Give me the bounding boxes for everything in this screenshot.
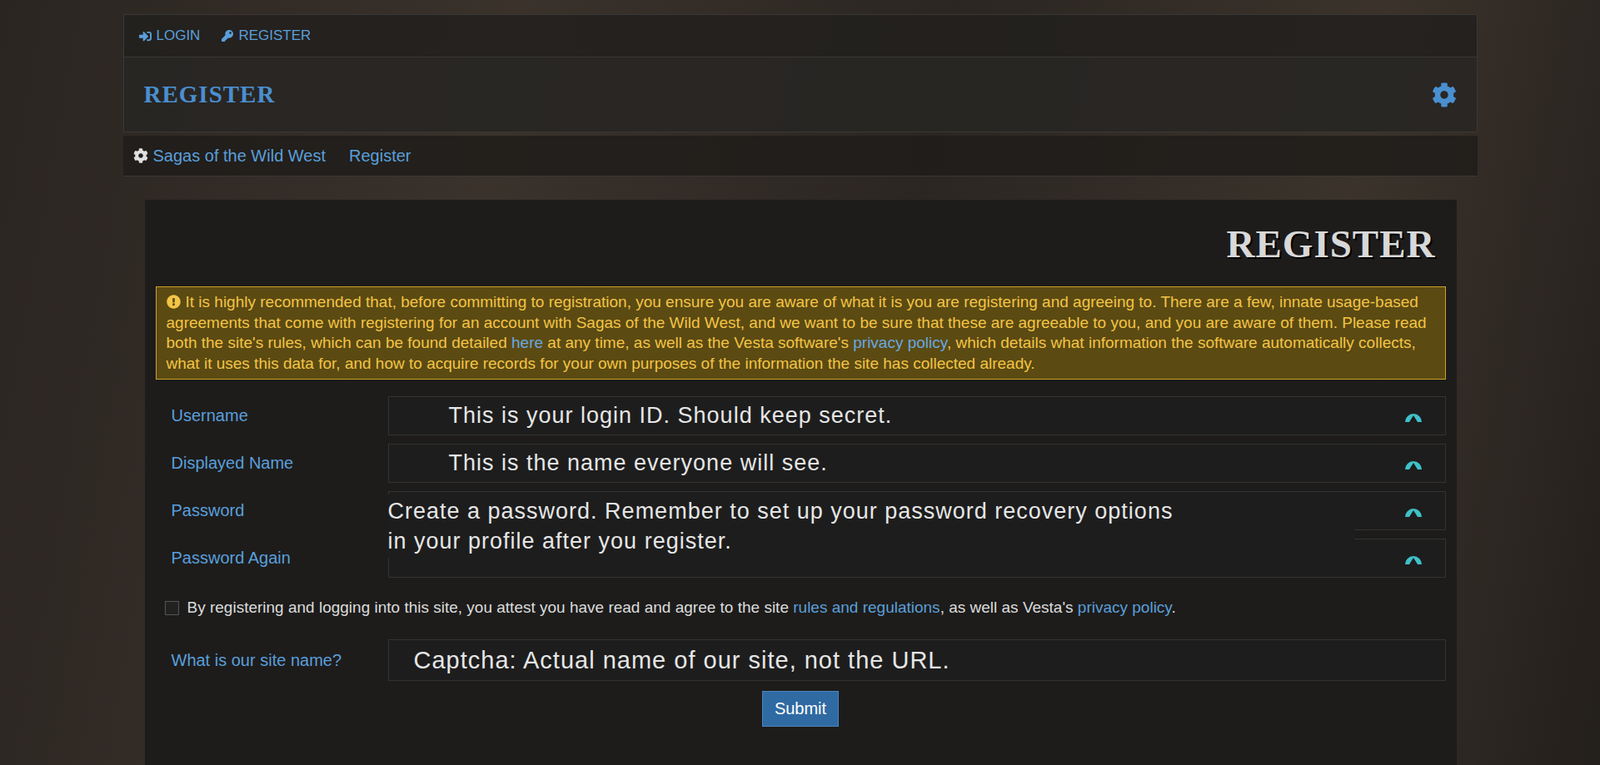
form-row: Displayed NameThis is the name everyone … (155, 443, 1446, 484)
captcha-label: What is our site name? (171, 651, 389, 671)
agreement-row: By registering and logging into this sit… (155, 598, 1446, 619)
password-manager-icon[interactable] (1403, 453, 1424, 474)
text-link[interactable]: here (511, 333, 544, 352)
breadcrumb-item[interactable]: Sagas of the Wild West (133, 146, 327, 166)
text-run: By registering and logging into this sit… (187, 598, 794, 617)
header-bar: REGISTER (123, 57, 1478, 133)
form-fields: UsernameThis is your login ID. Should ke… (155, 396, 1446, 579)
field-label: Displayed Name (171, 453, 389, 474)
captcha-field[interactable]: Captcha: Actual name of our site, not th… (388, 639, 1446, 682)
page-heading: REGISTER (1226, 221, 1436, 267)
text-run: at any time, as well as the Vesta softwa… (543, 333, 853, 352)
text-link[interactable]: rules and regulations (792, 598, 940, 617)
top-link[interactable]: REGISTER (221, 27, 311, 45)
text-field[interactable]: This is the name everyone will see. (388, 443, 1446, 484)
key-icon (221, 29, 234, 42)
password-manager-icon[interactable] (1403, 406, 1424, 427)
field-label: Password Again (171, 548, 389, 569)
top-bar: LOGIN REGISTER (123, 14, 1478, 58)
login-icon (139, 29, 152, 43)
note-line: Create a password. Remember to set up yo… (388, 496, 1348, 527)
site-gear-icon (133, 148, 149, 164)
agreement-text: By registering and logging into this sit… (187, 598, 1177, 619)
submit-button[interactable]: Submit (762, 691, 839, 728)
password-group: Password Password Again Create a password.… (155, 491, 1446, 579)
password-note: Create a password. Remember to set up yo… (388, 494, 1355, 559)
agreement-checkbox[interactable] (164, 601, 180, 616)
register-panel: REGISTER It is highly recommended that, b… (144, 199, 1457, 765)
password-manager-icon[interactable] (1403, 548, 1424, 569)
text-link[interactable]: privacy policy (852, 333, 948, 352)
warning-icon (166, 294, 181, 310)
password-manager-icon[interactable] (1403, 501, 1424, 522)
header-title: REGISTER (144, 80, 276, 109)
breadcrumb-item[interactable]: Register (348, 146, 411, 166)
site-shell: LOGIN REGISTER REGISTER Sagas of the Wild W… (123, 14, 1478, 765)
text-field[interactable]: This is your login ID. Should keep secre… (388, 396, 1446, 436)
top-link[interactable]: LOGIN (139, 27, 201, 45)
page: LOGIN REGISTER REGISTER Sagas of the Wild W… (0, 0, 1600, 765)
note-line: in your profile after you register. (388, 526, 1348, 557)
field-label: Username (171, 406, 389, 426)
text-run: . (1171, 598, 1176, 617)
form-row: UsernameThis is your login ID. Should ke… (155, 396, 1446, 436)
field-label: Password (171, 501, 389, 521)
notice-box: It is highly recommended that, before co… (155, 286, 1446, 380)
text-link[interactable]: privacy policy (1077, 598, 1172, 617)
captcha-row: What is our site name?Captcha: Actual na… (155, 639, 1446, 682)
text-run: , as well as Vesta's (940, 598, 1078, 617)
gear-icon[interactable] (1431, 82, 1457, 108)
breadcrumbs: Sagas of the Wild West Register (123, 135, 1478, 177)
